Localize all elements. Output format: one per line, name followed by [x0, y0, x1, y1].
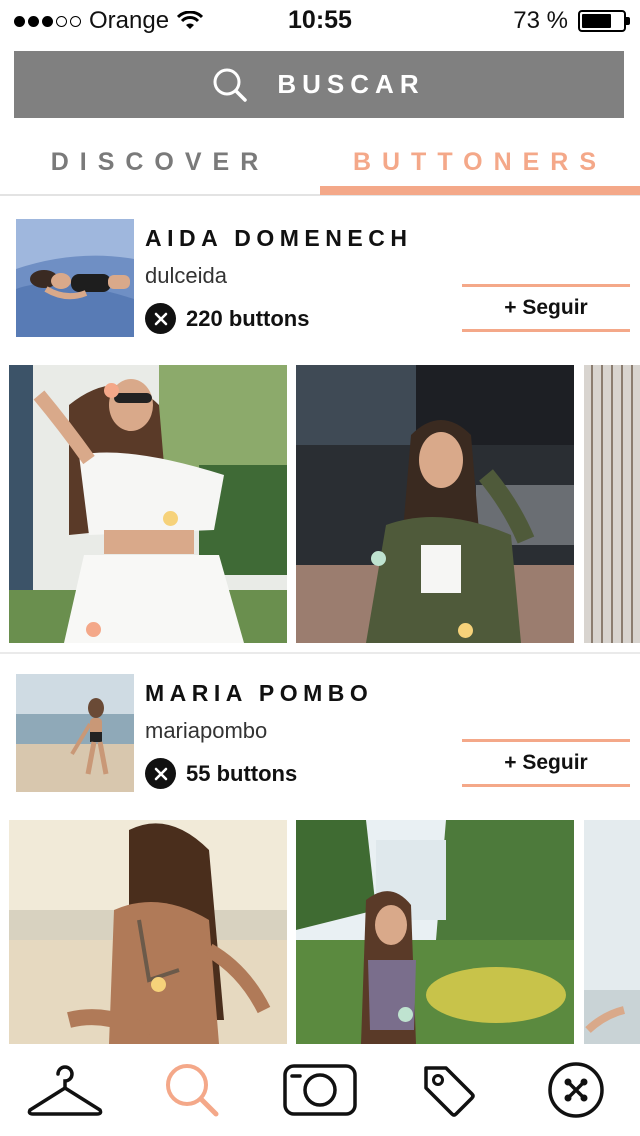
user-card: MARIA POMBO mariapombo 55 buttons + Segu…	[0, 674, 640, 814]
follow-button[interactable]: + Seguir	[462, 284, 630, 332]
button-logo-icon	[145, 303, 176, 334]
photo-strip	[0, 820, 640, 1044]
user-name[interactable]: AIDA DOMENECH	[145, 225, 412, 252]
button-logo-icon[interactable]	[536, 1058, 616, 1122]
battery-icon	[578, 10, 630, 32]
post-photo[interactable]	[296, 365, 574, 643]
photo-strip	[0, 365, 640, 643]
hanger-icon[interactable]	[25, 1058, 105, 1122]
button-count: 55 buttons	[145, 758, 297, 789]
divider	[0, 652, 640, 654]
button-count: 220 buttons	[145, 303, 309, 334]
search-bar[interactable]: BUSCAR	[14, 51, 624, 118]
bottom-nav	[0, 1044, 640, 1136]
product-tag-marker[interactable]	[86, 622, 101, 637]
user-handle: dulceida	[145, 263, 227, 288]
product-tag-marker[interactable]	[371, 551, 386, 566]
status-bar: Orange 10:55 73 %	[0, 0, 640, 40]
post-photo[interactable]	[9, 820, 287, 1044]
search-label: BUSCAR	[277, 69, 425, 99]
follow-button[interactable]: + Seguir	[462, 739, 630, 787]
button-count-label: 220 buttons	[186, 305, 310, 331]
user-card: AIDA DOMENECH dulceida 220 buttons + Seg…	[0, 219, 640, 359]
button-logo-icon	[145, 758, 176, 789]
camera-icon[interactable]	[280, 1058, 360, 1122]
post-photo[interactable]	[584, 820, 640, 1044]
product-tag-marker[interactable]	[104, 383, 119, 398]
button-count-label: 55 buttons	[186, 760, 298, 786]
search-icon[interactable]	[152, 1058, 232, 1122]
post-photo[interactable]	[296, 820, 574, 1044]
tab-discover[interactable]: DISCOVER	[0, 130, 320, 194]
avatar[interactable]	[16, 219, 134, 337]
user-name[interactable]: MARIA POMBO	[145, 680, 373, 707]
user-handle: mariapombo	[145, 718, 268, 743]
search-icon	[213, 68, 248, 102]
avatar[interactable]	[16, 674, 134, 792]
tab-buttoners[interactable]: BUTTONERS	[320, 130, 640, 194]
product-tag-marker[interactable]	[458, 623, 473, 638]
post-photo[interactable]	[9, 365, 287, 643]
product-tag-marker[interactable]	[398, 1007, 413, 1022]
price-tag-icon[interactable]	[408, 1058, 488, 1122]
product-tag-marker[interactable]	[151, 977, 166, 992]
post-photo[interactable]	[584, 365, 640, 643]
battery-percent: 73 %	[513, 7, 568, 34]
active-tab-indicator	[320, 186, 640, 195]
product-tag-marker[interactable]	[163, 511, 178, 526]
battery-group: 73 %	[513, 7, 630, 35]
